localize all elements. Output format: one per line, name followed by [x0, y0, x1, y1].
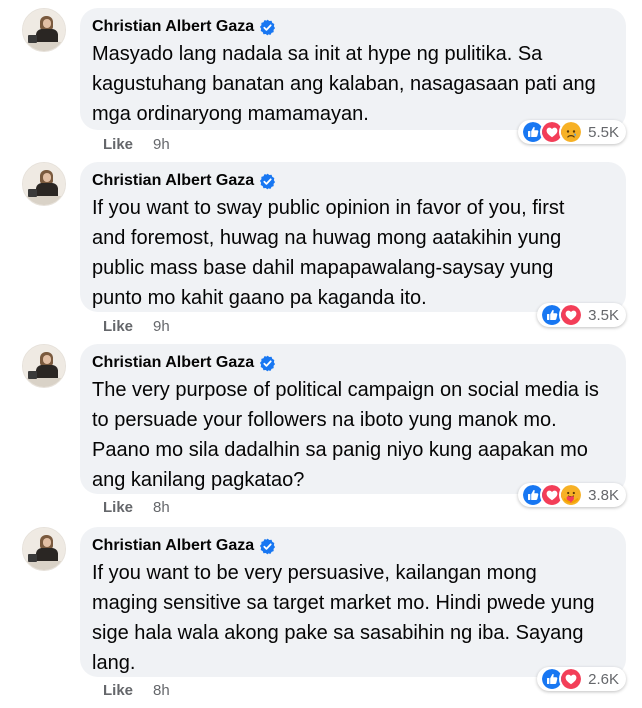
- comment-timestamp[interactable]: 8h: [153, 682, 170, 699]
- comment-text-line: kagustuhang banatan ang kalaban, nasagas…: [92, 73, 596, 95]
- care-icon: [559, 483, 584, 507]
- avatar[interactable]: [22, 162, 66, 206]
- comment-author[interactable]: Christian Albert Gaza: [92, 18, 254, 36]
- verified-badge-icon: [259, 173, 276, 190]
- avatar[interactable]: [22, 8, 66, 52]
- comment-author[interactable]: Christian Albert Gaza: [92, 354, 254, 372]
- comment-bubble: Christian Albert Gaza The very purpose o…: [80, 344, 626, 494]
- comment-text-line: If you want to sway public opinion in fa…: [92, 197, 565, 219]
- like-button[interactable]: Like: [103, 499, 133, 516]
- avatar[interactable]: [22, 344, 66, 388]
- comment-text-line: sige hala wala akong pake sa sasabihin n…: [92, 622, 584, 644]
- verified-badge-icon: [259, 19, 276, 36]
- reaction-summary[interactable]: 3.5K: [537, 303, 626, 327]
- comment-bubble: Christian Albert Gaza If you want to swa…: [80, 162, 626, 312]
- comment-text-line: Masyado lang nadala sa init at hype ng p…: [92, 43, 543, 65]
- reaction-count: 5.5K: [588, 123, 619, 141]
- reaction-summary[interactable]: 3.8K: [518, 483, 626, 507]
- like-button[interactable]: Like: [103, 136, 133, 153]
- sad-icon: [559, 120, 584, 144]
- verified-badge-icon: [259, 355, 276, 372]
- comment-author[interactable]: Christian Albert Gaza: [92, 537, 254, 555]
- comment-text: If you want to sway public opinion in fa…: [92, 193, 614, 313]
- comment-text-line: to persuade your followers na iboto yung…: [92, 409, 557, 431]
- comment-text-line: and foremost, huwag na huwag mong aataki…: [92, 227, 562, 249]
- reaction-summary[interactable]: 2.6K: [537, 667, 626, 691]
- comment-timestamp[interactable]: 9h: [153, 136, 170, 153]
- comment-bubble: Christian Albert Gaza Masyado lang nadal…: [80, 8, 626, 130]
- comment-text-line: punto mo kahit gaano pa kaganda ito.: [92, 287, 427, 309]
- comment-timestamp[interactable]: 8h: [153, 499, 170, 516]
- comment-text-line: If you want to be very persuasive, kaila…: [92, 562, 537, 584]
- love-icon: [559, 667, 584, 691]
- like-button[interactable]: Like: [103, 682, 133, 699]
- comment-author[interactable]: Christian Albert Gaza: [92, 172, 254, 190]
- comment-text: Masyado lang nadala sa init at hype ng p…: [92, 39, 614, 129]
- like-button[interactable]: Like: [103, 318, 133, 335]
- reaction-count: 3.5K: [588, 306, 619, 324]
- comment-text-line: lang.: [92, 652, 136, 674]
- comment-text-line: The very purpose of political campaign o…: [92, 379, 599, 401]
- comment-text-line: Paano mo sila dadalhin sa panig niyo kun…: [92, 439, 588, 461]
- reaction-count: 2.6K: [588, 670, 619, 688]
- comment-text-line: maging sensitive sa target market mo. Hi…: [92, 592, 595, 614]
- comment-text: If you want to be very persuasive, kaila…: [92, 558, 614, 678]
- comment-bubble: Christian Albert Gaza If you want to be …: [80, 527, 626, 677]
- avatar[interactable]: [22, 527, 66, 571]
- reaction-count: 3.8K: [588, 486, 619, 504]
- comment-text: The very purpose of political campaign o…: [92, 375, 614, 495]
- love-icon: [559, 303, 584, 327]
- comment-timestamp[interactable]: 9h: [153, 318, 170, 335]
- comment-text-line: public mass base dahil mapapawalang-says…: [92, 257, 554, 279]
- verified-badge-icon: [259, 538, 276, 555]
- reaction-summary[interactable]: 5.5K: [518, 120, 626, 144]
